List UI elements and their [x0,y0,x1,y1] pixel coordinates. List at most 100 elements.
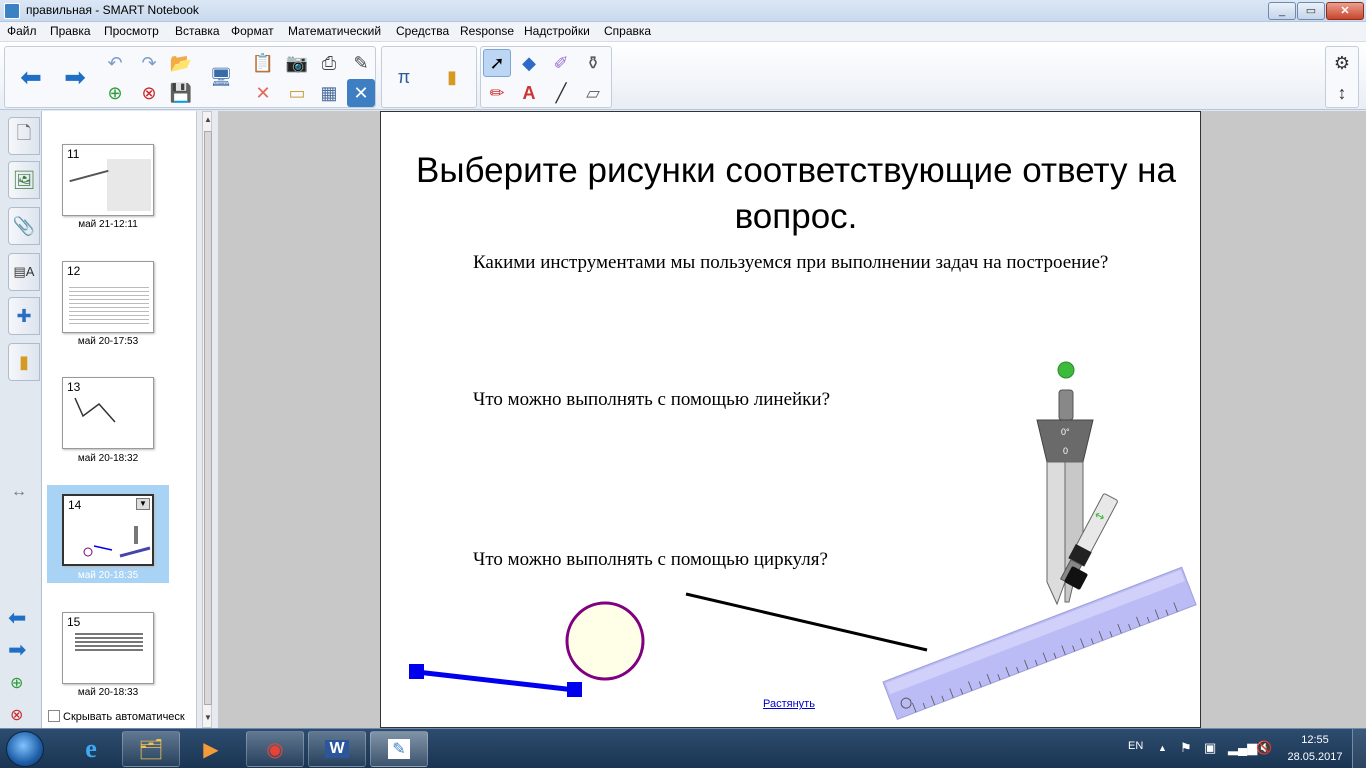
lesson-toolkit-tab[interactable]: ▮ [8,343,40,381]
menu-edit[interactable]: Правка [50,24,91,38]
redo-button[interactable]: ↷ [135,49,163,77]
network-signal-icon[interactable]: ▂▄▆ [1228,740,1257,756]
undo-button[interactable]: ↶ [101,49,129,77]
taskbar-word[interactable]: W [308,731,366,767]
pages-icon: 🗋 [16,123,32,143]
ruler-tool[interactable] [882,566,1197,720]
auto-hide-checkbox[interactable] [48,710,60,722]
properties-tab[interactable]: ▤A [8,253,40,291]
action-center-flag-icon[interactable]: ⚑ [1180,740,1192,756]
select-tool-button[interactable]: ➚ [483,49,511,77]
previous-page-button[interactable]: ⬅ [11,48,51,106]
add-page-button[interactable]: ⊕ [101,79,129,107]
stretch-link[interactable]: Растянуть [763,698,815,710]
main-scroll-thumb[interactable] [204,131,212,705]
segment-endpoint[interactable] [567,682,582,697]
taskbar-ie[interactable]: e [62,731,120,767]
delete-page-button[interactable]: ⊗ [135,79,163,107]
start-button[interactable] [6,731,44,767]
shapes-icon: ◆ [522,52,536,73]
compass-rotate-handle[interactable] [1057,361,1075,379]
page-thumbnail-11[interactable]: 11 [62,144,154,216]
updown-arrow-icon: ↕ [1337,82,1347,103]
circle-shape[interactable] [565,601,645,681]
screen-shade-button[interactable]: ✎ [347,49,375,77]
attachments-tab[interactable]: 📎 [8,207,40,245]
segment-endpoint[interactable] [409,664,424,679]
tray-expand-icon[interactable]: ▲ [1158,743,1167,753]
open-file-button[interactable]: 📂 [167,49,195,77]
taskbar-smart-notebook[interactable]: ✎ [370,731,428,767]
notebook-page[interactable]: Выберите рисунки соответствующие ответу … [380,111,1201,728]
language-indicator[interactable]: EN [1128,740,1143,752]
compass-tool[interactable]: 0° 0 ↔ [1036,361,1119,606]
menu-response[interactable]: Response [460,24,514,38]
close-button[interactable]: ✕ [1326,2,1364,20]
page-sorter-tab[interactable]: 🗋 [8,117,40,155]
monitor-icon: 🖥 [209,66,233,87]
insert-table-button[interactable]: ▦ [315,79,343,107]
move-toolbar-button[interactable]: ↕ [1328,79,1356,107]
scroll-down-arrow[interactable]: ▼ [204,713,212,722]
math-tools-button[interactable]: π [390,63,418,91]
device-icon[interactable]: ▣ [1204,740,1216,756]
menu-help[interactable]: Справка [604,24,651,38]
shapes-tool-button[interactable]: ◆ [515,49,543,77]
scroll-up-arrow[interactable]: ▲ [204,115,212,124]
menu-insert[interactable]: Вставка [175,24,220,38]
taskbar-explorer[interactable]: 🗂 [122,731,180,767]
redo-icon: ↷ [141,52,157,73]
page-thumbnail-13[interactable]: 13 [62,377,154,449]
addons-tab[interactable]: ✚ [8,297,40,335]
sorter-prev-button[interactable]: ⬅ [8,605,26,631]
panel-splitter[interactable]: ▲ ▼ [196,111,218,728]
next-page-button[interactable]: ➡ [55,48,95,106]
sorter-delete-page-button[interactable]: ⊗ [10,705,23,725]
menu-file[interactable]: Файл [7,24,37,38]
gallery-tab[interactable]: 🖼 [8,161,40,199]
resize-arrows-icon[interactable]: ↔ [11,483,27,501]
paste-button[interactable]: 📋 [249,49,277,77]
taskbar-media[interactable]: ▶ [182,731,240,767]
clock-time[interactable]: 12:55 [1288,734,1342,746]
menu-math[interactable]: Математический [288,24,381,38]
sorter-add-page-button[interactable]: ⊕ [10,673,23,693]
folder-icon: 🗂 [138,738,164,761]
taskbar-chrome[interactable]: ◉ [246,731,304,767]
magic-pen-button[interactable]: ✐ [547,49,575,77]
document-camera-button[interactable]: ⎙ [315,49,343,77]
menu-tools[interactable]: Средства [396,24,449,38]
menu-addons[interactable]: Надстройки [524,24,590,38]
line-tool-button[interactable]: ╱ [547,79,575,107]
black-line[interactable] [685,592,928,652]
eraser-tool-button[interactable]: ▱ [579,79,607,107]
page-label: май 20-18:33 [77,687,139,698]
page-thumbnail-15[interactable]: 15 [62,612,154,684]
blue-segment[interactable] [416,669,576,693]
save-button[interactable]: 💾 [167,79,195,107]
minimize-button[interactable]: _ [1268,2,1296,20]
delete-button[interactable]: ✕ [249,79,277,107]
sorter-next-button[interactable]: ➡ [8,637,26,663]
settings-button[interactable]: ⚙ [1328,49,1356,77]
full-screen-button[interactable]: ✕ [347,79,375,107]
add-page-icon: ⊕ [107,82,123,103]
screen-capture-button[interactable]: 📷 [283,49,311,77]
menu-view[interactable]: Просмотр [104,24,159,38]
page-thumbnail-14[interactable]: 14 ▼ [62,494,154,566]
lesson-toolkit-button[interactable]: ▮ [438,63,466,91]
toolbar-group-addons: π ▮ [381,46,477,108]
screen-shade-toggle[interactable]: ▭ [283,79,311,107]
volume-muted-icon[interactable]: 🔇 [1256,740,1272,756]
puzzle-icon: ✚ [16,305,32,326]
clock-date[interactable]: 28.05.2017 [1282,751,1348,763]
maximize-button[interactable]: ▭ [1297,2,1325,20]
page-thumbnail-12[interactable]: 12 [62,261,154,333]
pens-tool-button[interactable]: ✏ [483,79,511,107]
display-screen-button[interactable]: 🖥 [207,63,235,91]
page-sorter: 11 май 21-12:11 12 май 20-17:53 13 май 2… [42,111,226,728]
fill-tool-button[interactable]: ⚱ [579,49,607,77]
show-desktop-button[interactable] [1352,729,1366,768]
menu-format[interactable]: Формат [231,24,274,38]
text-tool-button[interactable]: A [515,79,543,107]
